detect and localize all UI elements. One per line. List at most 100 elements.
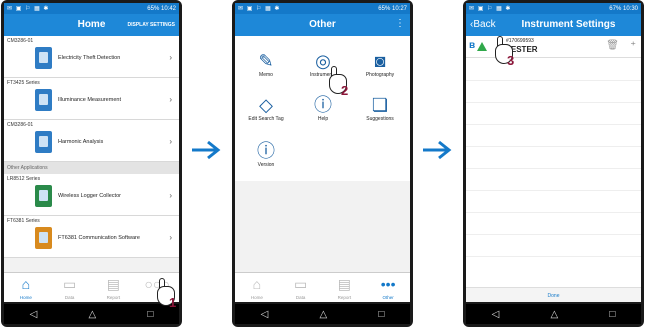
home-icon: ⌂ [252,276,262,292]
home-icon: ⌂ [21,276,31,292]
chevron-right-icon: › [169,95,172,104]
tab-label: Report [337,295,352,300]
item-label: Wireless Logger Collector [58,193,121,199]
tab-report[interactable]: ▤ Report [323,273,367,302]
status-bar: ✉ ▣ ⚐ ▦ ✱ 65% 10:27 [235,3,410,14]
chevron-right-icon: › [169,233,172,242]
arrow-right-icon [192,140,221,160]
edit-search-tag-item[interactable]: ◇ Edit Search Tag [237,94,295,134]
list-item[interactable]: FT3425 Series Illuminance Measurement › [4,78,179,120]
trash-icon[interactable]: 🗑 [606,40,619,51]
status-bar: ✉ ▣ ⚐ ▦ ✱ 65% 10:42 [4,3,179,14]
list-item[interactable]: CM3286-01 Harmonic Analysis › [4,120,179,162]
tap-hand-icon: 2 [325,66,351,98]
app-bar: Other ⋮ [235,14,410,36]
tab-data[interactable]: ▭ Data [279,273,323,302]
item-label: Illuminance Measurement [58,97,121,103]
divider [466,256,641,257]
recents-nav-icon[interactable]: □ [609,309,615,320]
status-battery: 65% [147,5,160,12]
tab-label: Report [106,295,121,300]
series-label: CM3286-01 [7,122,34,128]
other-grid: ✎ Memo ◎ Instruments ◙ Photography ◇ Edi… [235,36,410,181]
item-label: Photography [365,72,395,78]
list-item[interactable]: FT6381 Series FT6381 Communication Softw… [4,216,179,258]
status-bar: ✉ ▣ ⚐ ▦ ✱ 67% 10:30 [466,3,641,14]
chevron-right-icon: › [169,191,172,200]
series-label: FT6381 Series [7,218,40,224]
tab-report[interactable]: ▤ Report [92,273,136,302]
list-item[interactable]: LR8512 Series Wireless Logger Collector … [4,174,179,216]
back-nav-icon[interactable]: ◁ [261,309,269,320]
info-icon: ⓘ [257,141,275,161]
item-label: Edit Search Tag [248,116,284,122]
back-nav-icon[interactable]: ◁ [492,309,500,320]
item-label: Version [257,162,275,168]
tutorial-figure: ✉ ▣ ⚐ ▦ ✱ 65% 10:42 Home DISPLAY SETTING… [0,0,646,327]
step-number: 2 [341,83,349,98]
divider [466,234,641,235]
pdf-icon: ▤ [106,276,120,292]
chevron-right-icon: › [169,137,172,146]
meter-icon [35,89,52,111]
divider [466,168,641,169]
status-time: 10:30 [622,5,638,12]
add-device-icon[interactable]: ⁺ [630,39,636,52]
divider [466,124,641,125]
tab-home[interactable]: ⌂ Home [4,273,48,302]
suggestions-item[interactable]: ❏ Suggestions [351,94,409,134]
app-bar: ‹Back Instrument Settings [466,14,641,36]
pdf-icon: ▤ [337,276,351,292]
android-nav-bar: ◁ △ □ [466,304,641,324]
pencil-icon: ✎ [258,51,274,71]
status-time: 10:27 [391,5,407,12]
tab-other[interactable]: ••• Other [366,273,410,302]
done-button[interactable]: Done [466,287,641,302]
folder-icon: ▭ [294,276,308,292]
phone-home-screen: ✉ ▣ ⚐ ▦ ✱ 65% 10:42 Home DISPLAY SETTING… [1,0,182,327]
bluetooth-icon: ʙ [469,40,476,51]
folder-icon: ▭ [63,276,77,292]
status-time: 10:42 [160,5,176,12]
page-title: Other [309,19,336,30]
status-battery: 65% [378,5,391,12]
tap-hand-icon: 3 [491,36,517,68]
group-header: Other Applications [4,162,179,174]
series-label: FT3425 Series [7,80,40,86]
chevron-right-icon: › [169,53,172,62]
more-dots-icon: ••• [380,276,396,292]
series-label: CM3286-01 [7,38,34,44]
version-item[interactable]: ⓘ Version [237,140,295,180]
divider [466,80,641,81]
tap-hand-icon: 1 [153,278,179,310]
home-nav-icon[interactable]: △ [550,309,558,320]
arrow-right-icon [423,140,452,160]
android-nav-bar: ◁ △ □ [235,304,410,324]
memo-item[interactable]: ✎ Memo [237,50,295,90]
meter-icon [35,131,52,153]
home-nav-icon[interactable]: △ [88,309,96,320]
tab-data[interactable]: ▭ Data [48,273,92,302]
recents-nav-icon[interactable]: □ [378,309,384,320]
phone-instrument-settings-screen: ✉ ▣ ⚐ ▦ ✱ 67% 10:30 ‹Back Instrument Set… [463,0,644,327]
display-settings-button[interactable]: DISPLAY SETTINGS [127,22,175,28]
item-label: Suggestions [366,116,394,122]
back-button[interactable]: ‹Back [470,19,496,30]
chat-bubbles-icon: ❏ [371,95,389,115]
tab-label: Data [64,295,75,300]
series-label: LR8512 Series [7,176,41,182]
item-label: Help [317,116,329,122]
home-list: CM3286-01 Electricity Theft Detection › … [4,36,179,302]
recents-nav-icon[interactable]: □ [147,309,153,320]
overflow-menu-icon[interactable]: ⋮ [395,18,405,29]
back-nav-icon[interactable]: ◁ [30,309,38,320]
help-item[interactable]: ⓘ Help [294,94,352,134]
divider [466,102,641,103]
back-label: Back [473,19,496,30]
tab-home[interactable]: ⌂ Home [235,273,279,302]
photography-item[interactable]: ◙ Photography [351,50,409,90]
item-label: Harmonic Analysis [58,139,104,145]
home-nav-icon[interactable]: △ [319,309,327,320]
software-icon [35,227,52,249]
list-item[interactable]: CM3286-01 Electricity Theft Detection › [4,36,179,78]
